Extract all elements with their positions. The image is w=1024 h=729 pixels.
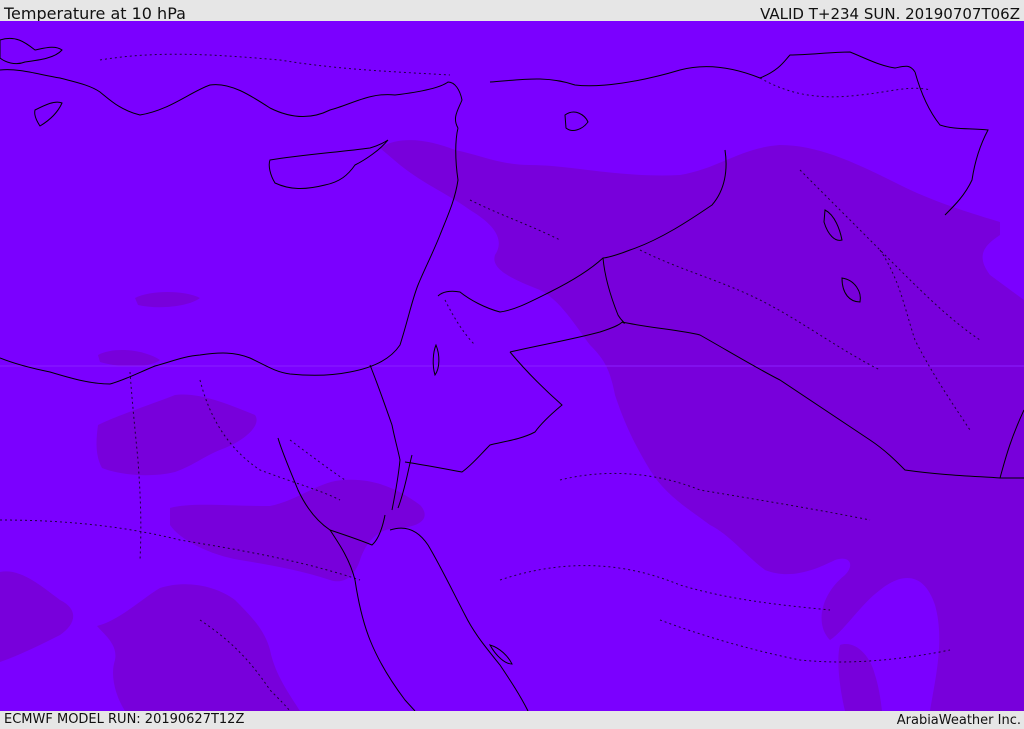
temperature-map[interactable] [0, 21, 1024, 711]
footer-bar: ECMWF MODEL RUN: 20190627T12Z ArabiaWeat… [0, 711, 1024, 729]
credit-label: ArabiaWeather Inc. [896, 713, 1021, 728]
header-bar: Temperature at 10 hPa VALID T+234 SUN. 2… [0, 0, 1024, 23]
model-run-label: ECMWF MODEL RUN: 20190627T12Z [4, 712, 245, 727]
